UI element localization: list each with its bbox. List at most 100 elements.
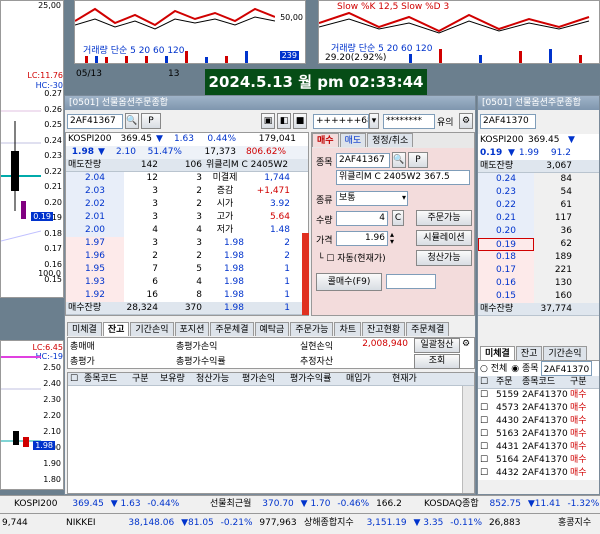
order-row[interactable]: ☐ 5163 2AF41370 매수 xyxy=(478,428,599,441)
form-search-icon[interactable]: 🔍 xyxy=(392,152,406,168)
print-icon[interactable]: ◧ xyxy=(277,113,291,129)
book-row[interactable]: 1.95 7 5 1.98 1 xyxy=(66,263,308,276)
password-input[interactable]: ******** xyxy=(383,114,435,129)
account-dropdown-icon[interactable]: ▾ xyxy=(369,113,379,129)
orderable-button[interactable]: 주문가능 xyxy=(416,210,472,226)
order-checkbox[interactable]: ☐ xyxy=(478,402,494,415)
tab-position[interactable]: 포지션 xyxy=(174,322,210,336)
right-book-row[interactable]: 0.15 160 xyxy=(478,290,599,303)
order-row[interactable]: ☐ 4573 2AF41370 매수 xyxy=(478,402,599,415)
radio-all[interactable]: ○ 전체 xyxy=(478,361,509,376)
tab-orderable[interactable]: 주문가능 xyxy=(290,322,334,336)
price-stepper-icon[interactable]: ▴ ▾ xyxy=(390,231,394,246)
tab-balance[interactable]: 잔고 xyxy=(102,322,130,336)
form-code-input[interactable]: 2AF41367 xyxy=(336,153,390,168)
book-row[interactable]: 1.97 3 3 1.98 2 xyxy=(66,237,308,250)
right-price-row: 0.19 ▼ 1.99 91.2 xyxy=(478,147,599,160)
liquidation-button[interactable]: 청산가능 xyxy=(416,250,472,266)
right-tab-period[interactable]: 기간손익 xyxy=(543,346,587,360)
ticker-shanghai[interactable]: 상해종합지수 3,151.19 ▼ 3.35 -0.11% 26,883 xyxy=(304,514,520,532)
right-book-row[interactable]: 0.23 54 xyxy=(478,186,599,199)
book-cell: 저가 xyxy=(216,225,234,235)
order-row[interactable]: ☐ 5159 2AF41370 매수 xyxy=(478,389,599,402)
tab-chart[interactable]: 차트 xyxy=(334,322,362,336)
tab-order-fills[interactable]: 주문체결 xyxy=(210,322,254,336)
right-book-row[interactable]: 0.16 130 xyxy=(478,277,599,290)
right-book-row[interactable]: 0.18 189 xyxy=(478,251,599,264)
right-code-input[interactable]: 2AF41370 xyxy=(480,114,536,129)
ticker-nikkei[interactable]: NIKKEI 38,148.06 ▼81.05 -0.21% 977,963 xyxy=(66,514,297,532)
order-type-select[interactable]: 보통 xyxy=(336,191,408,206)
settings-gear-icon[interactable]: ⚙ xyxy=(462,339,470,349)
balance-grid-header: ☐ 종목코드 구분 보유량 청산가능 평가손익 평가수익률 매입가 현재가 xyxy=(68,373,474,386)
tab-unfilled[interactable]: 미체결 xyxy=(67,322,102,336)
right-tab-unfilled[interactable]: 미체결 xyxy=(480,346,515,360)
book-row[interactable]: 2.02 3 2 시가 3.92 xyxy=(66,198,308,211)
book-row[interactable]: 2.01 3 3 고가 5.64 xyxy=(66,211,308,224)
order-checkbox[interactable]: ☐ xyxy=(478,415,494,428)
account-input[interactable]: ++++++68 xyxy=(313,114,369,129)
auto-price-checkbox[interactable]: └ ☐ 자동(현재가) xyxy=(318,251,386,264)
right-book-header-qty: 3,067 xyxy=(546,161,572,171)
save-icon[interactable]: ▣ xyxy=(261,113,275,129)
pattern-icon[interactable]: P xyxy=(141,113,161,129)
tab-sell[interactable]: 매도 xyxy=(339,133,367,147)
settings-icon[interactable]: ⚙ xyxy=(459,113,473,129)
book-row[interactable]: 1.96 2 2 1.98 2 xyxy=(66,250,308,263)
order-checkbox[interactable]: ☐ xyxy=(478,389,494,402)
right-book-price: 0.20 xyxy=(478,225,534,238)
tab-order-fills-2[interactable]: 주문체결 xyxy=(406,322,450,336)
book-row[interactable]: 2.03 3 2 증감 +1,471 xyxy=(66,185,308,198)
radio-code[interactable]: 2AF41370 xyxy=(540,361,593,376)
tab-modify-cancel[interactable]: 정정/취소 xyxy=(367,133,414,147)
order-checkbox[interactable]: ☐ xyxy=(478,428,494,441)
order-side: 매수 xyxy=(570,442,587,452)
right-tab-balance[interactable]: 잔고 xyxy=(515,346,543,360)
order-checkbox[interactable]: ☐ xyxy=(478,454,494,467)
price-input[interactable]: 1.96 xyxy=(336,231,388,246)
right-book-row[interactable]: 0.19 62 xyxy=(478,238,599,251)
ticker-futures[interactable]: 선물최근월 370.70 ▼ 1.70 -0.46% 166.2 xyxy=(210,496,402,512)
order-checkbox[interactable]: ☐ xyxy=(478,467,494,480)
radio-stock[interactable]: ◉ 종목 xyxy=(509,361,540,376)
order-checkbox[interactable]: ☐ xyxy=(478,441,494,454)
right-book-row[interactable]: 0.22 61 xyxy=(478,199,599,212)
book-row[interactable]: 2.04 12 3 미결제 1,744 xyxy=(66,172,308,185)
tab-buy[interactable]: 매수 xyxy=(312,133,339,147)
ticker-kosdaq[interactable]: KOSDAQ종합 852.75 ▼11.41 -1.32% xyxy=(424,496,599,512)
book-row[interactable]: 1.93 6 4 1.98 1 xyxy=(66,276,308,289)
simulation-button[interactable]: 시뮬레이션 xyxy=(416,230,472,246)
check-header[interactable]: ☐ xyxy=(478,376,494,388)
left-bg-chart-2: LC:6.45 HC:-19 2.50 2.40 2.30 2.20 2.10 … xyxy=(0,340,64,490)
tab-period-pnl[interactable]: 기간손익 xyxy=(130,322,174,336)
qty-clear-button[interactable]: C xyxy=(392,210,404,226)
order-row[interactable]: ☐ 4432 2AF41370 매수 xyxy=(478,467,599,480)
grid-scrollbar[interactable] xyxy=(462,386,474,493)
form-pattern-icon[interactable]: P xyxy=(408,152,428,168)
ticker-hangseng[interactable]: 홍콩지수 xyxy=(558,514,591,532)
right-book-row[interactable]: 0.20 36 xyxy=(478,225,599,238)
order-type-dropdown-icon[interactable]: ▾ xyxy=(402,193,406,202)
search-icon[interactable]: 🔍 xyxy=(125,113,139,129)
call-buy-button[interactable]: 콜매수(F9) xyxy=(316,273,382,291)
order-row[interactable]: ☐ 4431 2AF41370 매수 xyxy=(478,441,599,454)
right-book-row[interactable]: 0.21 117 xyxy=(478,212,599,225)
code-input[interactable]: 2AF41367 xyxy=(67,114,123,129)
book-row[interactable]: 2.00 4 4 저가 1.48 xyxy=(66,224,308,237)
order-no: 5164 xyxy=(496,455,519,465)
lock-icon[interactable]: ■ xyxy=(293,113,307,129)
tab-deposit[interactable]: 예탁금 xyxy=(254,322,290,336)
book-row[interactable]: 1.92 16 8 1.98 1 xyxy=(66,289,308,302)
tab-balance-status[interactable]: 잔고현황 xyxy=(362,322,406,336)
right-book-row[interactable]: 0.24 84 xyxy=(478,173,599,186)
qty-input[interactable]: 4 xyxy=(336,211,388,226)
grid-check-all[interactable]: ☐ xyxy=(68,373,82,385)
ticker-kospi200[interactable]: KOSPI200 369.45 ▼ 1.63 -0.44% xyxy=(14,496,179,512)
volume-scroll-bar[interactable] xyxy=(302,233,309,315)
order-row[interactable]: ☐ 5164 2AF41370 매수 xyxy=(478,454,599,467)
query-button[interactable]: 조회 xyxy=(414,354,460,369)
order-row[interactable]: ☐ 4430 2AF41370 매수 xyxy=(478,415,599,428)
buy-note-field[interactable] xyxy=(386,274,436,289)
bulk-liquidate-button[interactable]: 일괄청산 xyxy=(414,338,460,353)
right-book-row[interactable]: 0.17 221 xyxy=(478,264,599,277)
